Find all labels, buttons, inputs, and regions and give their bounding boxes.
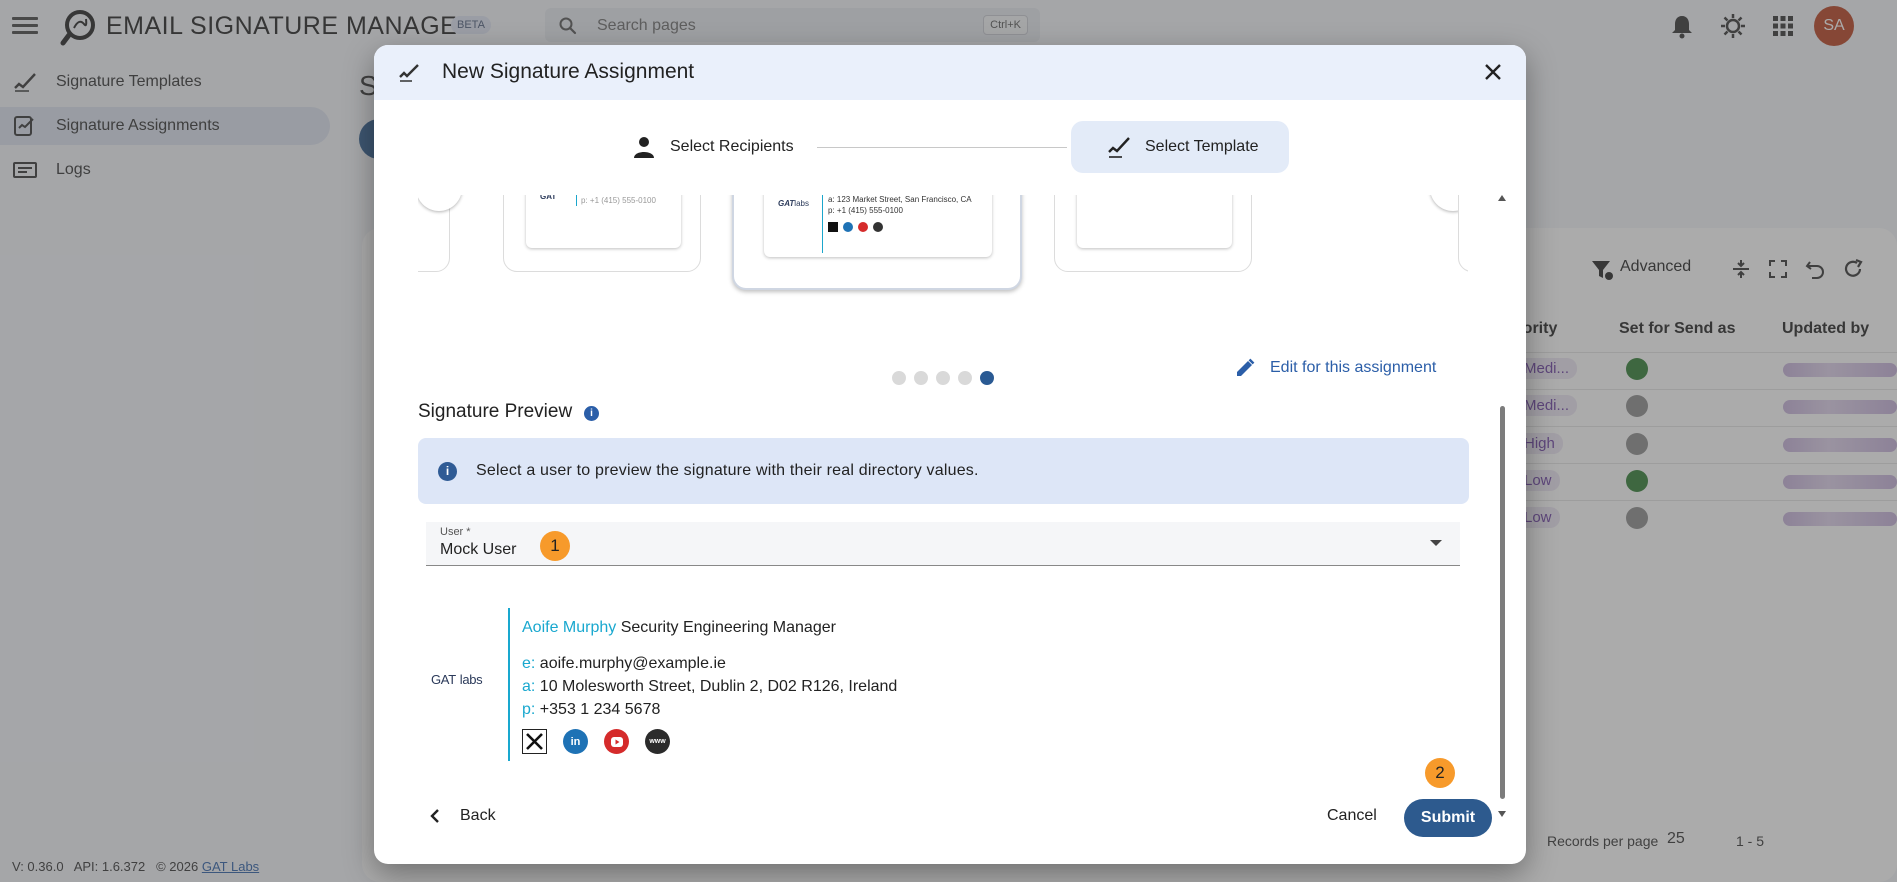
carousel-dot[interactable] xyxy=(892,371,906,385)
x-icon xyxy=(522,729,547,754)
stepper-connector xyxy=(817,147,1067,148)
signature-phone: +353 1 234 5678 xyxy=(539,701,661,718)
signature-email: aoife.murphy@example.ie xyxy=(539,655,726,672)
step-badge: 2 xyxy=(1425,758,1455,788)
carousel-dots xyxy=(892,371,994,385)
mini-address: a: 123 Market Street, San Francisco, CA xyxy=(828,195,972,204)
x-icon xyxy=(828,222,838,232)
youtube-icon xyxy=(858,222,868,232)
signature-pen-icon xyxy=(399,64,419,82)
cancel-button[interactable]: Cancel xyxy=(1327,807,1377,825)
mini-logo: GAT xyxy=(540,195,557,201)
close-icon[interactable] xyxy=(1482,61,1504,83)
mini-signature: a: 123 Market Street, San Francisco, CAp… xyxy=(576,195,725,206)
mini-signature: a: 123 Market Street, San Francisco, CA p… xyxy=(822,195,972,253)
linkedin-icon: in xyxy=(563,729,588,754)
carousel-dot-active[interactable] xyxy=(980,371,994,385)
preview-info-alert: i Select a user to preview the signature… xyxy=(418,438,1469,504)
signature-job-title: Security Engineering Manager xyxy=(620,619,836,636)
scrollbar-thumb[interactable] xyxy=(1500,406,1505,799)
scroll-down-icon[interactable] xyxy=(1498,811,1506,817)
carousel-dot[interactable] xyxy=(936,371,950,385)
signature-preview: GAT labs Aoife Murphy Security Engineeri… xyxy=(431,608,1131,808)
new-signature-assignment-dialog: New Signature Assignment Select Recipien… xyxy=(374,45,1526,864)
user-select[interactable]: User * Mock User xyxy=(426,522,1460,566)
info-icon[interactable]: i xyxy=(584,406,599,421)
chevron-down-icon xyxy=(1430,540,1442,546)
submit-button[interactable]: Submit xyxy=(1404,799,1492,837)
dialog-scrollbar[interactable] xyxy=(1496,195,1508,817)
www-icon xyxy=(873,222,883,232)
dialog-title: New Signature Assignment xyxy=(442,60,695,83)
carousel-dot[interactable] xyxy=(914,371,928,385)
signature-social-icons: in www xyxy=(522,729,670,754)
template-thumbnail: GAT a: 123 Market Street, San Francisco,… xyxy=(526,195,681,248)
dialog-header: New Signature Assignment xyxy=(374,45,1526,100)
back-button[interactable]: Back xyxy=(430,807,496,825)
edit-link-label: Edit for this assignment xyxy=(1270,359,1437,376)
template-card-selected[interactable]: GATlabs a: 123 Market Street, San Franci… xyxy=(732,195,1022,290)
back-button-label: Back xyxy=(460,807,496,824)
mini-phone: p: +1 (415) 555-0100 xyxy=(828,206,903,215)
template-thumbnail: GATlabs a: 123 Market Street, San Franci… xyxy=(764,195,992,257)
www-icon: www xyxy=(645,729,670,754)
signature-phone-line: p: +353 1 234 5678 xyxy=(522,701,661,718)
user-select-value: Mock User xyxy=(440,541,517,558)
template-carousel: GAT a: 123 Market Street, San Francisco,… xyxy=(418,195,1468,345)
signature-email-line: e: aoife.murphy@example.ie xyxy=(522,655,726,672)
step-badge: 1 xyxy=(540,531,570,561)
template-thumbnail: p: +1 (415) 555-0100 xyxy=(1077,195,1232,248)
step-select-recipients[interactable]: Select Recipients xyxy=(620,121,806,173)
user-select-label: User * xyxy=(440,526,471,538)
youtube-icon xyxy=(604,729,629,754)
mini-logo: GATlabs xyxy=(778,199,809,208)
step-label: Select Template xyxy=(1145,138,1259,155)
alert-text: Select a user to preview the signature w… xyxy=(476,462,979,479)
edit-for-assignment-link[interactable]: Edit for this assignment xyxy=(1234,357,1436,379)
signature-address: 10 Molesworth Street, Dublin 2, D02 R126… xyxy=(539,678,898,695)
person-icon xyxy=(634,137,654,158)
carousel-dot[interactable] xyxy=(958,371,972,385)
info-icon: i xyxy=(438,462,457,481)
linkedin-icon xyxy=(843,222,853,232)
template-card[interactable]: GAT a: 123 Market Street, San Francisco,… xyxy=(503,195,701,272)
template-card[interactable]: p: +1 (415) 555-0100 xyxy=(1054,195,1252,272)
signature-name: Aoife Murphy xyxy=(522,619,617,636)
edit-pencil-icon xyxy=(1237,358,1255,376)
chevron-left-icon xyxy=(430,809,439,823)
signature-pen-icon xyxy=(1108,137,1130,158)
mini-phone: p: +1 (415) 555-0100 xyxy=(581,196,656,205)
template-card[interactable] xyxy=(1458,195,1468,272)
scroll-up-icon[interactable] xyxy=(1498,195,1506,201)
gat-labs-logo: GAT labs xyxy=(431,672,483,687)
signature-address-line: a: 10 Molesworth Street, Dublin 2, D02 R… xyxy=(522,678,898,695)
signature-accent-bar xyxy=(508,608,510,761)
step-label: Select Recipients xyxy=(670,138,794,155)
step-select-template[interactable]: Select Template xyxy=(1071,121,1289,173)
signature-name-line: Aoife Murphy Security Engineering Manage… xyxy=(522,619,836,637)
signature-preview-title: Signature Preview xyxy=(418,401,573,422)
